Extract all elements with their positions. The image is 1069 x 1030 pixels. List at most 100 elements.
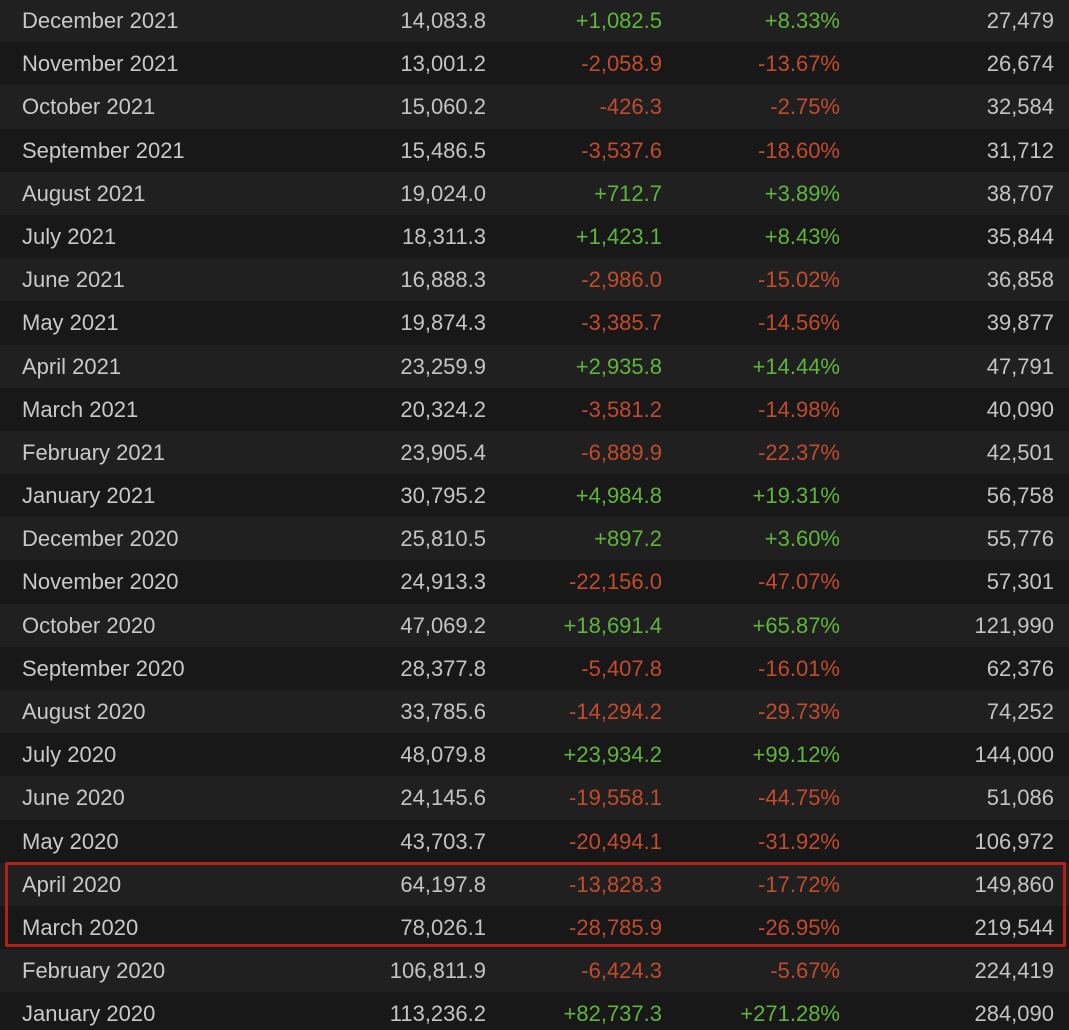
avg-players-cell: 14,083.8 xyxy=(400,8,486,33)
month-cell: October 2021 xyxy=(22,94,156,120)
percent-gain-cell: -18.60% xyxy=(758,137,840,163)
month-cell: September 2021 xyxy=(22,137,185,163)
table-row: July 2020 48,079.8 +23,934.2 +99.12% 144,000 xyxy=(0,733,1069,777)
percent-gain-cell: +8.43% xyxy=(764,223,840,249)
gain-cell: -3,385.7 xyxy=(581,310,662,336)
table-row: December 2021 14,083.8 +1,082.5 +8.33% 27,47… xyxy=(0,0,1069,43)
month-cell: August 2021 xyxy=(22,180,146,206)
month-cell: September 2020 xyxy=(22,655,185,681)
table-row: August 2020 33,785.6 -14,294.2 -29.73% 74,25… xyxy=(0,690,1069,734)
month-cell: January 2020 xyxy=(22,1001,156,1027)
peak-players-cell: 56,758 xyxy=(986,483,1054,509)
gain-cell: +897.2 xyxy=(594,526,662,552)
peak-players-cell: 121,990 xyxy=(974,612,1054,638)
peak-players-cell: 51,086 xyxy=(986,785,1054,811)
gain-cell: -2,986.0 xyxy=(581,267,662,293)
peak-players-cell: 31,712 xyxy=(986,137,1054,163)
avg-players-cell: 13,001.2 xyxy=(400,51,486,77)
peak-players-cell: 36,858 xyxy=(986,267,1054,293)
peak-players-cell: 42,501 xyxy=(986,439,1054,465)
avg-players-cell: 20,324.2 xyxy=(400,396,486,422)
percent-gain-cell: -22.37% xyxy=(758,439,840,465)
month-cell: May 2020 xyxy=(22,828,119,854)
table-row: June 2021 16,888.3 -2,986.0 -15.02% 36,858 xyxy=(0,258,1069,302)
month-cell: October 2020 xyxy=(22,612,156,638)
peak-players-cell: 32,584 xyxy=(986,94,1054,120)
avg-players-cell: 15,060.2 xyxy=(400,94,486,120)
month-cell: May 2021 xyxy=(22,310,119,336)
avg-players-cell: 25,810.5 xyxy=(400,526,486,552)
percent-gain-cell: +14.44% xyxy=(752,353,840,379)
month-cell: July 2021 xyxy=(22,223,117,249)
avg-players-cell: 23,905.4 xyxy=(400,439,486,465)
percent-gain-cell: +19.31% xyxy=(752,483,840,509)
peak-players-cell: 74,252 xyxy=(986,699,1054,724)
table-row: May 2021 19,874.3 -3,385.7 -14.56% 39,877 xyxy=(0,301,1069,345)
gain-cell: -19,558.1 xyxy=(569,785,662,811)
avg-players-cell: 16,888.3 xyxy=(400,267,486,293)
avg-players-cell: 48,079.8 xyxy=(400,742,486,768)
avg-players-cell: 19,024.0 xyxy=(400,180,486,206)
gain-cell: -20,494.1 xyxy=(569,828,662,854)
monthly-stats-table: December 2021 14,083.8 +1,082.5 +8.33% 27,47… xyxy=(0,0,1069,1030)
month-cell: April 2020 xyxy=(22,871,122,897)
table-row: November 2020 24,913.3 -22,156.0 -47.07% 57,… xyxy=(0,560,1069,604)
table-row: April 2021 23,259.9 +2,935.8 +14.44% 47,791 xyxy=(0,344,1069,388)
table-row: February 2020 106,811.9 -6,424.3 -5.67% 224,… xyxy=(0,949,1069,993)
avg-players-cell: 15,486.5 xyxy=(400,137,486,163)
gain-cell: -2,058.9 xyxy=(581,51,662,77)
month-cell: June 2020 xyxy=(22,785,125,811)
gain-cell: -5,407.8 xyxy=(581,655,662,681)
peak-players-cell: 224,419 xyxy=(974,958,1054,984)
peak-players-cell: 27,479 xyxy=(986,8,1054,33)
peak-players-cell: 106,972 xyxy=(974,828,1054,854)
table-row: January 2020 113,236.2 +82,737.3 +271.28% 28… xyxy=(0,992,1069,1030)
month-cell: December 2020 xyxy=(22,526,179,552)
month-cell: July 2020 xyxy=(22,742,117,768)
avg-players-cell: 43,703.7 xyxy=(400,828,486,854)
table-row: April 2020 64,197.8 -13,828.3 -17.72% 149,86… xyxy=(0,862,1069,906)
avg-players-cell: 24,913.3 xyxy=(400,569,486,595)
avg-players-cell: 19,874.3 xyxy=(400,310,486,336)
peak-players-cell: 149,860 xyxy=(974,871,1054,897)
percent-gain-cell: -31.92% xyxy=(758,828,840,854)
percent-gain-cell: +65.87% xyxy=(752,612,840,638)
table-row: June 2020 24,145.6 -19,558.1 -44.75% 51,086 xyxy=(0,776,1069,820)
percent-gain-cell: -2.75% xyxy=(770,94,840,120)
percent-gain-cell: -13.67% xyxy=(758,51,840,77)
avg-players-cell: 47,069.2 xyxy=(400,612,486,638)
avg-players-cell: 64,197.8 xyxy=(400,871,486,897)
avg-players-cell: 23,259.9 xyxy=(400,353,486,379)
table-row: March 2020 78,026.1 -28,785.9 -26.95% 219,54… xyxy=(0,905,1069,950)
peak-players-cell: 144,000 xyxy=(974,742,1054,768)
month-cell: November 2020 xyxy=(22,569,179,595)
peak-players-cell: 40,090 xyxy=(986,396,1054,422)
peak-players-cell: 57,301 xyxy=(986,569,1054,595)
percent-gain-cell: +3.89% xyxy=(764,180,840,206)
peak-players-cell: 55,776 xyxy=(986,526,1054,552)
month-cell: February 2021 xyxy=(22,439,166,465)
peak-players-cell: 47,791 xyxy=(986,353,1054,379)
gain-cell: -28,785.9 xyxy=(569,914,662,940)
avg-players-cell: 106,811.9 xyxy=(389,958,486,984)
percent-gain-cell: +3.60% xyxy=(764,526,840,552)
table-row: December 2020 25,810.5 +897.2 +3.60% 55,776 xyxy=(0,517,1069,561)
table-row: September 2020 28,377.8 -5,407.8 -16.01% 62,… xyxy=(0,646,1069,690)
table-row: August 2021 19,024.0 +712.7 +3.89% 38,707 xyxy=(0,171,1069,215)
avg-players-cell: 24,145.6 xyxy=(400,785,486,811)
gain-cell: -13,828.3 xyxy=(569,871,662,897)
peak-players-cell: 219,544 xyxy=(974,914,1054,940)
month-cell: February 2020 xyxy=(22,958,166,984)
table-row: October 2020 47,069.2 +18,691.4 +65.87% 121,… xyxy=(0,603,1069,647)
percent-gain-cell: -29.73% xyxy=(758,699,840,724)
month-cell: December 2021 xyxy=(22,8,179,33)
avg-players-cell: 18,311.3 xyxy=(401,223,486,249)
table-row: October 2021 15,060.2 -426.3 -2.75% 32,584 xyxy=(0,85,1069,129)
gain-cell: +4,984.8 xyxy=(575,483,662,509)
avg-players-cell: 78,026.1 xyxy=(400,914,486,940)
percent-gain-cell: -17.72% xyxy=(758,871,840,897)
table-row: November 2021 13,001.2 -2,058.9 -13.67% 26,6… xyxy=(0,42,1069,86)
percent-gain-cell: -5.67% xyxy=(770,958,840,984)
gain-cell: -14,294.2 xyxy=(569,699,662,724)
month-cell: January 2021 xyxy=(22,483,156,509)
